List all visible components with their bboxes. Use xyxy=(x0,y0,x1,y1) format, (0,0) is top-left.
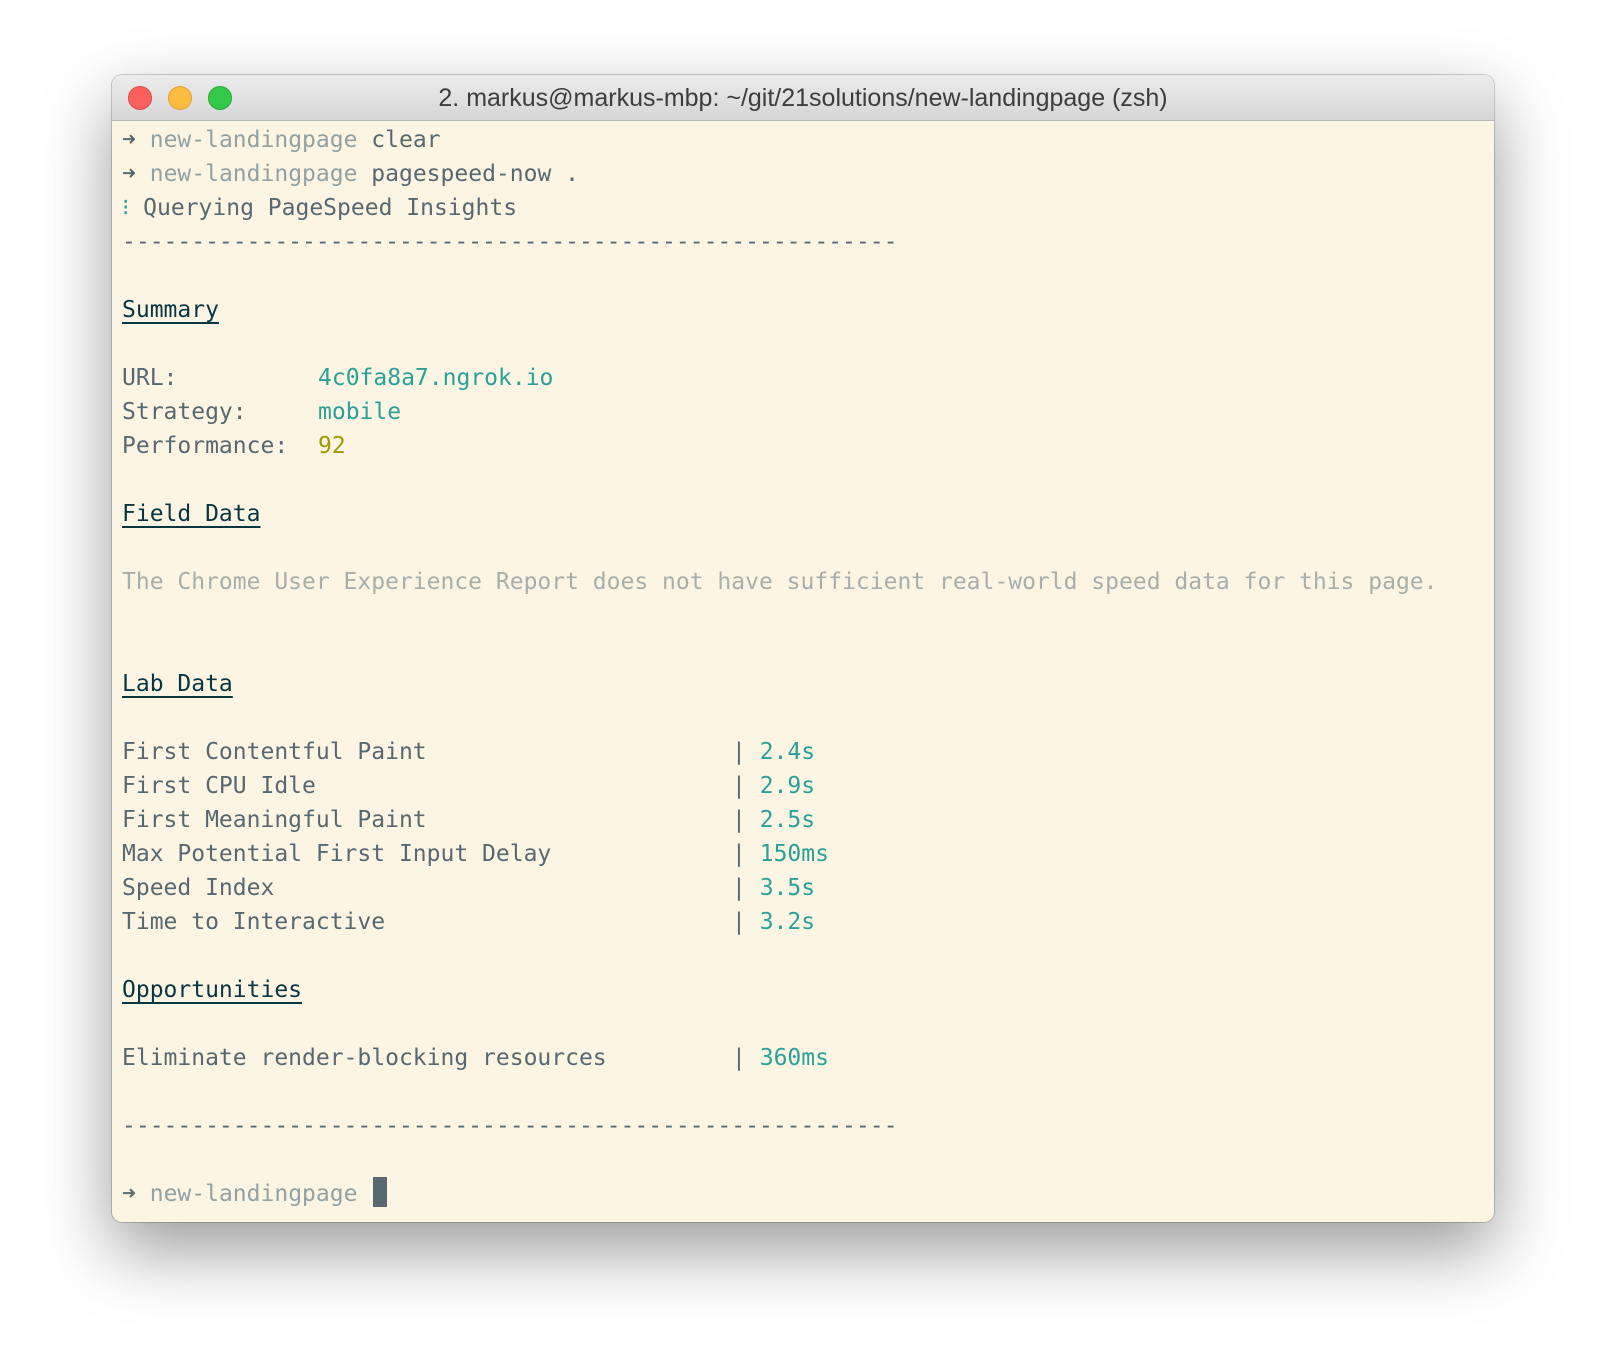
metric-divider: | xyxy=(732,841,746,867)
summary-heading: Summary xyxy=(122,297,219,323)
metric-row: First Meaningful Paint | 2.5s xyxy=(122,803,1494,837)
metric-divider: | xyxy=(732,875,746,901)
metric-value: 3.2s xyxy=(759,909,816,935)
metric-name: Time to Interactive xyxy=(122,909,386,935)
command-text: clear xyxy=(371,127,441,153)
metric-row: First CPU Idle | 2.9s xyxy=(122,769,1494,803)
metric-name: Max Potential First Input Delay xyxy=(122,841,552,867)
opportunity-row: Eliminate render-blocking resources | 360… xyxy=(122,1041,1494,1075)
text-cursor[interactable] xyxy=(373,1177,388,1207)
metric-row: Speed Index | 3.5s xyxy=(122,871,1494,905)
metric-value: 2.5s xyxy=(759,807,816,833)
metric-name: First Contentful Paint xyxy=(122,739,427,765)
metric-name: Speed Index xyxy=(122,875,275,901)
opportunity-divider: | xyxy=(732,1045,746,1071)
strategy-label: Strategy: xyxy=(122,399,247,425)
metric-row: Max Potential First Input Delay | 150ms xyxy=(122,837,1494,871)
performance-value: 92 xyxy=(318,433,346,459)
url-value: 4c0fa8a7.ngrok.io xyxy=(318,365,554,391)
metric-name: First Meaningful Paint xyxy=(122,807,427,833)
title-bar[interactable]: 2. markus@markus-mbp: ~/git/21solutions/… xyxy=(112,75,1494,121)
prompt-arrow-icon: ➜ xyxy=(122,161,136,187)
opportunities-heading: Opportunities xyxy=(122,977,303,1003)
terminal-window: 2. markus@markus-mbp: ~/git/21solutions/… xyxy=(112,75,1494,1222)
window-title: 2. markus@markus-mbp: ~/git/21solutions/… xyxy=(438,84,1168,112)
metric-divider: | xyxy=(732,773,746,799)
prompt-directory: new-landingpage xyxy=(149,127,358,153)
summary-strategy-row: Strategy: mobile xyxy=(122,395,1494,429)
prompt-arrow-icon: ➜ xyxy=(122,1181,136,1207)
metric-divider: | xyxy=(732,807,746,833)
metric-value: 2.9s xyxy=(759,773,816,799)
terminal-output[interactable]: ➜ new-landingpage clear ➜ new-landingpag… xyxy=(122,123,1494,1222)
separator-line: ----------------------------------------… xyxy=(122,229,898,255)
active-prompt-line[interactable]: ➜ new-landingpage xyxy=(122,1177,1494,1211)
summary-performance-row: Performance: 92 xyxy=(122,429,1494,463)
spinner-icon: ⁝ xyxy=(122,195,130,221)
summary-url-row: URL: 4c0fa8a7.ngrok.io xyxy=(122,361,1494,395)
prompt-directory: new-landingpage xyxy=(149,161,358,187)
metric-divider: | xyxy=(732,909,746,935)
command-text: pagespeed-now . xyxy=(371,161,580,187)
metric-divider: | xyxy=(732,739,746,765)
field-data-heading: Field Data xyxy=(122,501,261,527)
metric-row: Time to Interactive | 3.2s xyxy=(122,905,1494,939)
lab-data-heading: Lab Data xyxy=(122,671,233,697)
status-line: ⁝ Querying PageSpeed Insights xyxy=(122,191,1494,225)
metric-row: First Contentful Paint | 2.4s xyxy=(122,735,1494,769)
metric-name: First CPU Idle xyxy=(122,773,316,799)
separator-line: ----------------------------------------… xyxy=(122,1113,898,1139)
command-line: ➜ new-landingpage pagespeed-now . xyxy=(122,157,1494,191)
field-data-message: The Chrome User Experience Report does n… xyxy=(122,569,1438,595)
opportunity-value: 360ms xyxy=(759,1045,829,1071)
metric-value: 3.5s xyxy=(759,875,816,901)
metric-value: 150ms xyxy=(759,841,829,867)
opportunity-name: Eliminate render-blocking resources xyxy=(122,1045,607,1071)
performance-label: Performance: xyxy=(122,433,289,459)
status-text: Querying PageSpeed Insights xyxy=(143,195,518,221)
prompt-directory: new-landingpage xyxy=(149,1181,358,1207)
metric-value: 2.4s xyxy=(759,739,816,765)
prompt-arrow-icon: ➜ xyxy=(122,127,136,153)
strategy-value: mobile xyxy=(318,399,402,425)
url-label: URL: xyxy=(122,365,178,391)
command-line: ➜ new-landingpage clear xyxy=(122,123,1494,157)
